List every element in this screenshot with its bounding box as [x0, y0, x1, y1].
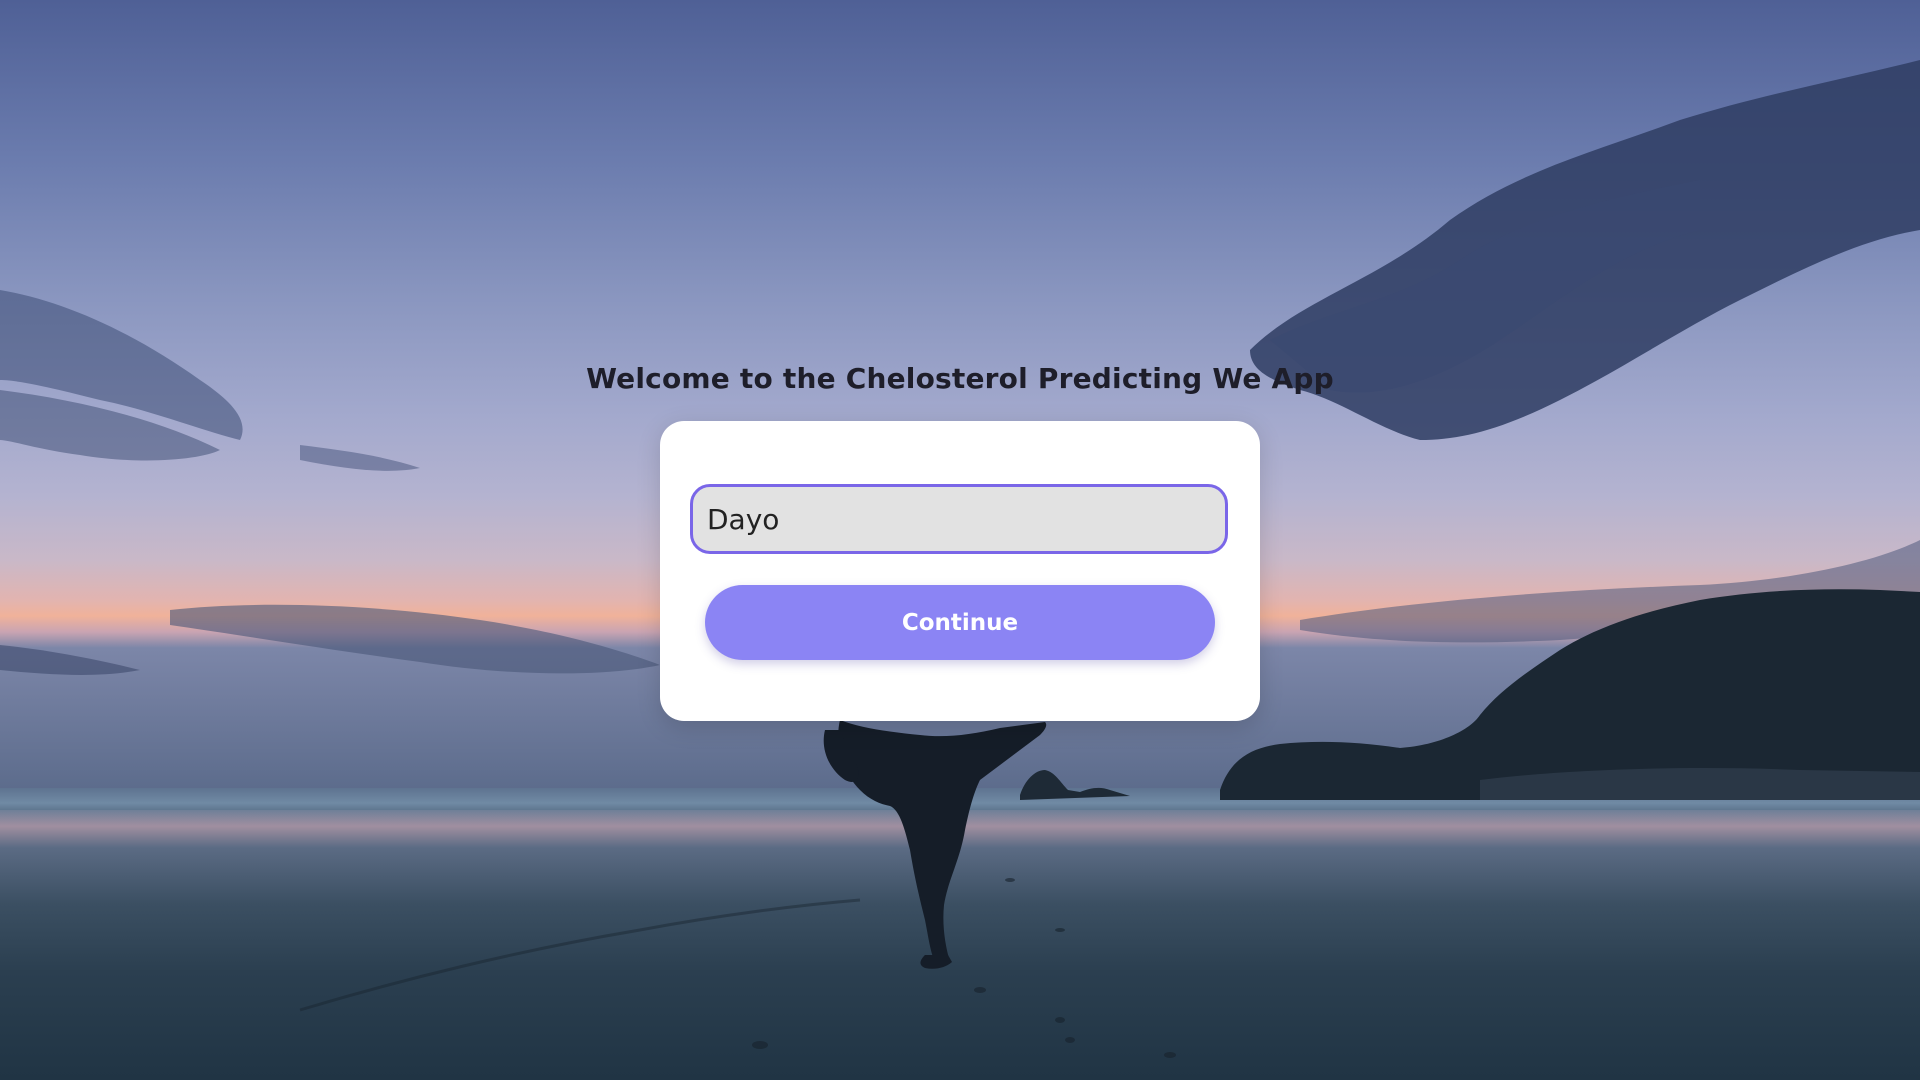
horizon-rocks: [1020, 770, 1130, 800]
left-cloud-3: [170, 604, 660, 674]
continue-button[interactable]: Continue: [705, 585, 1215, 660]
name-input[interactable]: [690, 484, 1228, 554]
kicking-person-silhouette: [823, 720, 1047, 969]
name-entry-card: Continue: [660, 421, 1260, 721]
beach-footprints: [299, 878, 1176, 1058]
left-cloud-5: [300, 445, 420, 471]
left-cloud-4: [0, 645, 140, 675]
login-page: Welcome to the Chelosterol Predicting We…: [0, 0, 1920, 1080]
page-title: Welcome to the Chelosterol Predicting We…: [586, 362, 1334, 395]
